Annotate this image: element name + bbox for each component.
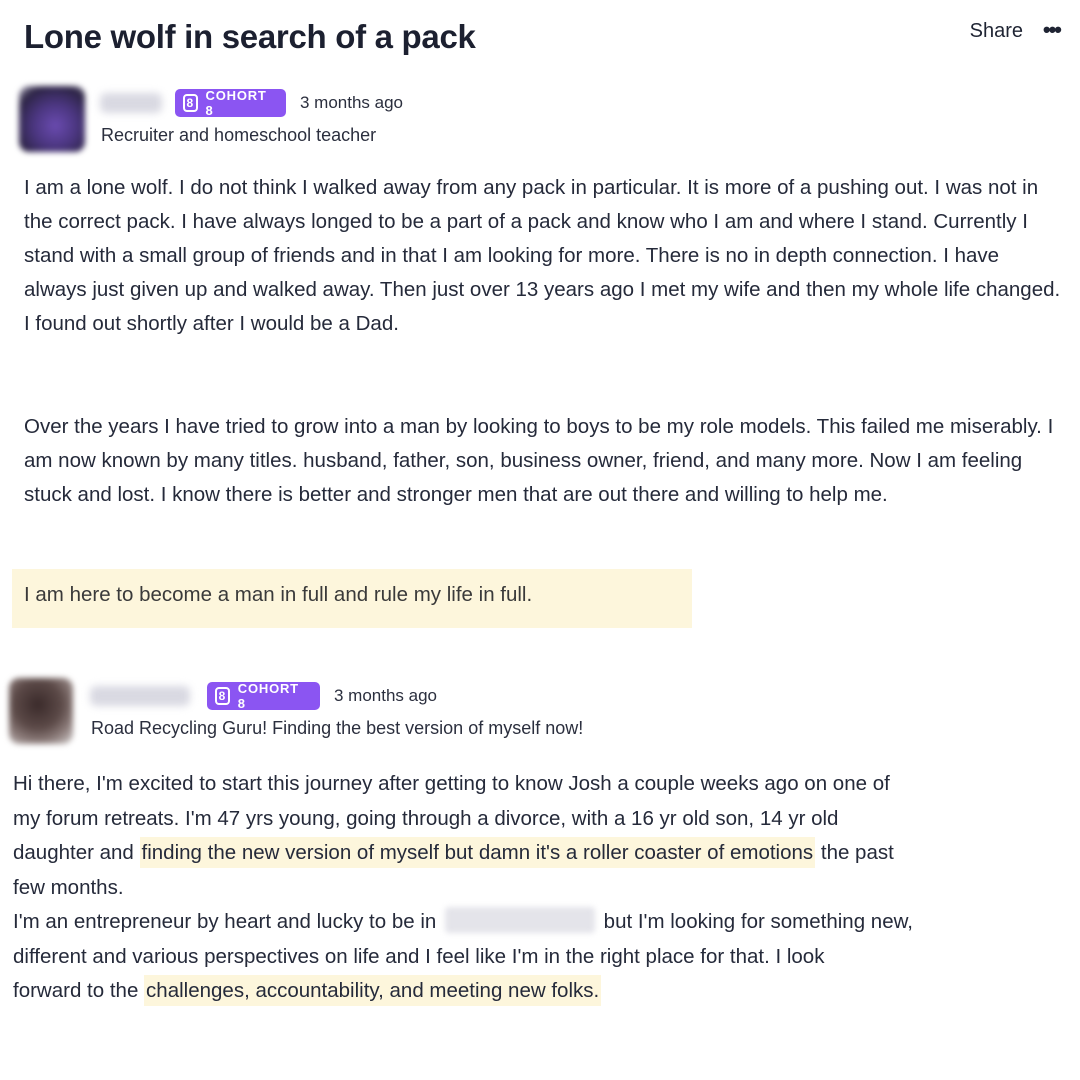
highlighted-quote: I am here to become a man in full and ru… bbox=[12, 569, 692, 628]
cohort-badge: 8 COHORT 8 bbox=[175, 88, 286, 118]
text-segment: the past bbox=[815, 841, 894, 864]
highlighted-text: finding the new version of myself but da… bbox=[139, 837, 816, 868]
post-line: Hi there, I'm excited to start this jour… bbox=[13, 772, 890, 795]
post-line: I'm an entrepreneur by heart and lucky t… bbox=[13, 905, 1063, 940]
post-paragraph: Over the years I have tried to grow into… bbox=[24, 415, 1054, 506]
post-timestamp: 3 months ago bbox=[300, 93, 404, 112]
avatar[interactable] bbox=[19, 86, 85, 152]
cohort-icon: 8 bbox=[183, 94, 198, 112]
cohort-badge-label: COHORT 8 bbox=[205, 88, 267, 118]
post-timestamp: 3 months ago bbox=[334, 686, 438, 705]
redacted-text bbox=[444, 907, 595, 933]
text-segment: but I'm looking for something new, bbox=[597, 910, 913, 933]
share-button[interactable]: Share bbox=[970, 20, 1023, 43]
post-line: forward to the challenges, accountabilit… bbox=[13, 974, 1063, 1009]
post-body: Hi there, I'm excited to start this jour… bbox=[13, 767, 1063, 1009]
more-options-icon[interactable]: ••• bbox=[1043, 17, 1062, 43]
cohort-badge: 8 COHORT 8 bbox=[207, 681, 320, 711]
post-line: different and various perspectives on li… bbox=[13, 944, 825, 968]
author-name-redacted[interactable] bbox=[100, 93, 162, 113]
author-bio: Road Recycling Guru! Finding the best ve… bbox=[91, 718, 584, 738]
cohort-icon: 8 bbox=[215, 687, 230, 705]
author-bio: Recruiter and homeschool teacher bbox=[101, 125, 377, 145]
post-line: my forum retreats. I'm 47 yrs young, goi… bbox=[13, 806, 839, 830]
post-line: daughter and finding the new version of … bbox=[13, 836, 1063, 871]
text-segment: daughter and bbox=[13, 841, 140, 864]
text-segment: forward to the bbox=[13, 979, 145, 1002]
post-paragraph: I am a lone wolf. I do not think I walke… bbox=[24, 176, 1061, 335]
avatar[interactable] bbox=[9, 678, 73, 744]
post-line: few months. bbox=[13, 875, 124, 899]
page-title: Lone wolf in search of a pack bbox=[24, 18, 476, 55]
highlighted-text: challenges, accountability, and meeting … bbox=[144, 975, 602, 1006]
author-name-redacted[interactable] bbox=[90, 686, 190, 706]
cohort-badge-label: COHORT 8 bbox=[237, 681, 299, 711]
text-segment: I'm an entrepreneur by heart and lucky t… bbox=[13, 910, 442, 933]
